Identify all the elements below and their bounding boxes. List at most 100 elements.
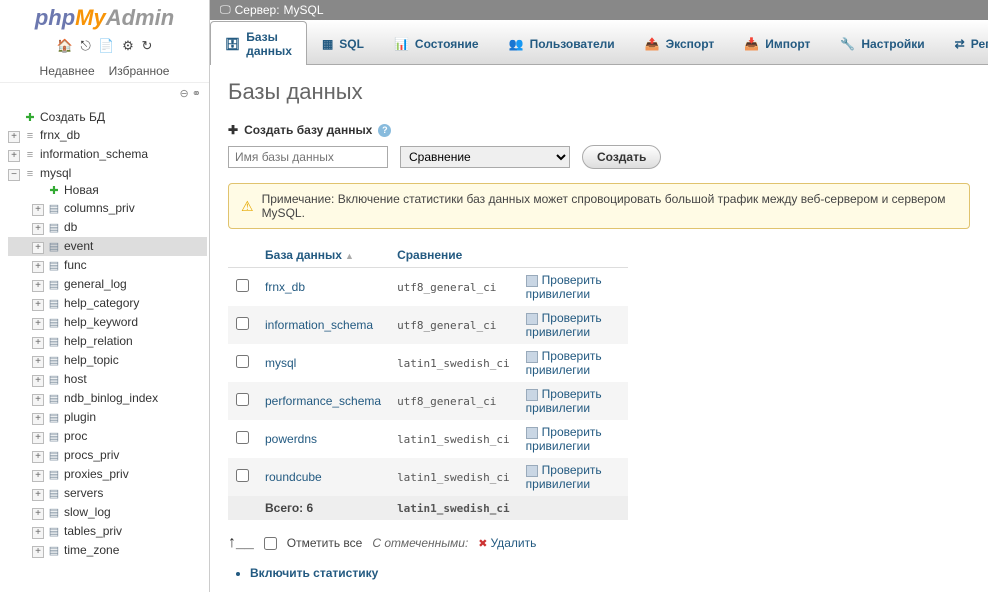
table-link[interactable]: proxies_priv <box>64 467 129 481</box>
tree-table-help_keyword[interactable]: +▤help_keyword <box>8 313 207 332</box>
tree-db-mysql[interactable]: −≡mysql ✚Новая +▤columns_priv+▤db+▤event… <box>2 164 207 562</box>
check-privileges-link[interactable]: Проверить привилегии <box>526 387 602 415</box>
table-link[interactable]: columns_priv <box>64 201 135 215</box>
create-button[interactable]: Создать <box>582 145 661 169</box>
check-privileges-link[interactable]: Проверить привилегии <box>526 311 602 339</box>
db-link[interactable]: frnx_db <box>40 128 80 142</box>
db-name-link[interactable]: powerdns <box>265 432 317 446</box>
tree-table-help_topic[interactable]: +▤help_topic <box>8 351 207 370</box>
expander-icon[interactable]: + <box>32 204 44 216</box>
tree-table-plugin[interactable]: +▤plugin <box>8 408 207 427</box>
table-link[interactable]: proc <box>64 429 87 443</box>
table-link[interactable]: ndb_binlog_index <box>64 391 158 405</box>
tab-replication[interactable]: ⇄Репл <box>940 21 988 65</box>
expander-icon[interactable]: + <box>32 299 44 311</box>
db-name-link[interactable]: frnx_db <box>265 280 305 294</box>
check-privileges-link[interactable]: Проверить привилегии <box>526 273 602 301</box>
tree-table-help_category[interactable]: +▤help_category <box>8 294 207 313</box>
expander-icon[interactable]: + <box>8 150 20 162</box>
db-name-input[interactable] <box>228 146 388 168</box>
row-checkbox[interactable] <box>236 431 249 444</box>
delete-link[interactable]: ✖Удалить <box>478 536 536 550</box>
tree-table-proc[interactable]: +▤proc <box>8 427 207 446</box>
expander-icon[interactable]: + <box>32 527 44 539</box>
recent-link[interactable]: Недавнее <box>40 64 95 78</box>
tree-new-table[interactable]: ✚Новая <box>8 181 207 199</box>
check-all-label[interactable]: Отметить все <box>287 536 363 550</box>
new-table-link[interactable]: Новая <box>64 183 99 197</box>
table-link[interactable]: general_log <box>64 277 127 291</box>
tree-table-columns_priv[interactable]: +▤columns_priv <box>8 199 207 218</box>
tab-sql[interactable]: ▦SQL <box>307 21 379 65</box>
expander-icon[interactable]: + <box>32 375 44 387</box>
tab-status[interactable]: 📊Состояние <box>379 21 494 65</box>
table-link[interactable]: slow_log <box>64 505 111 519</box>
check-privileges-link[interactable]: Проверить привилегии <box>526 349 602 377</box>
row-checkbox[interactable] <box>236 393 249 406</box>
tab-settings[interactable]: 🔧Настройки <box>825 21 939 65</box>
tab-import[interactable]: 📥Импорт <box>729 21 825 65</box>
tree-table-ndb_binlog_index[interactable]: +▤ndb_binlog_index <box>8 389 207 408</box>
table-link[interactable]: func <box>64 258 87 272</box>
table-link[interactable]: help_category <box>64 296 139 310</box>
expander-icon[interactable]: + <box>32 261 44 273</box>
table-link[interactable]: help_relation <box>64 334 133 348</box>
tree-table-time_zone[interactable]: +▤time_zone <box>8 541 207 560</box>
expander-icon[interactable]: + <box>32 242 44 254</box>
db-name-link[interactable]: roundcube <box>265 470 322 484</box>
table-link[interactable]: help_keyword <box>64 315 138 329</box>
tree-table-slow_log[interactable]: +▤slow_log <box>8 503 207 522</box>
create-db-link[interactable]: Создать БД <box>40 110 105 124</box>
expander-icon[interactable]: − <box>8 169 20 181</box>
tab-databases[interactable]: 🗄Базы данных <box>210 21 307 65</box>
expander-icon[interactable]: + <box>32 432 44 444</box>
tree-table-tables_priv[interactable]: +▤tables_priv <box>8 522 207 541</box>
expander-icon[interactable]: + <box>32 470 44 482</box>
tree-collapse-icon[interactable]: ⊖ <box>180 88 189 100</box>
tree-table-func[interactable]: +▤func <box>8 256 207 275</box>
tree-table-host[interactable]: +▤host <box>8 370 207 389</box>
expander-icon[interactable]: + <box>32 546 44 558</box>
expander-icon[interactable]: + <box>32 489 44 501</box>
db-name-link[interactable]: mysql <box>265 356 296 370</box>
tree-table-servers[interactable]: +▤servers <box>8 484 207 503</box>
table-link[interactable]: procs_priv <box>64 448 119 462</box>
tab-users[interactable]: 👥Пользователи <box>494 21 630 65</box>
row-checkbox[interactable] <box>236 279 249 292</box>
tree-table-db[interactable]: +▤db <box>8 218 207 237</box>
expander-icon[interactable]: + <box>32 356 44 368</box>
tree-table-event[interactable]: +▤event <box>8 237 207 256</box>
table-link[interactable]: time_zone <box>64 543 119 557</box>
table-link[interactable]: servers <box>64 486 103 500</box>
collation-select[interactable]: Сравнение <box>400 146 570 168</box>
check-all-checkbox[interactable] <box>264 537 277 550</box>
th-database[interactable]: База данных▲ <box>257 243 389 268</box>
db-name-link[interactable]: information_schema <box>265 318 373 332</box>
db-link[interactable]: information_schema <box>40 147 148 161</box>
expander-icon[interactable]: + <box>32 451 44 463</box>
expander-icon[interactable]: + <box>32 280 44 292</box>
check-privileges-link[interactable]: Проверить привилегии <box>526 463 602 491</box>
tree-table-general_log[interactable]: +▤general_log <box>8 275 207 294</box>
tree-table-procs_priv[interactable]: +▤procs_priv <box>8 446 207 465</box>
tree-db-info-schema[interactable]: +≡information_schema <box>2 145 207 164</box>
expander-icon[interactable]: + <box>32 508 44 520</box>
tree-table-proxies_priv[interactable]: +▤proxies_priv <box>8 465 207 484</box>
db-link[interactable]: mysql <box>40 166 71 180</box>
exit-icon[interactable]: ⎋ <box>80 38 90 53</box>
row-checkbox[interactable] <box>236 355 249 368</box>
tree-db-frnx[interactable]: +≡frnx_db <box>2 126 207 145</box>
row-checkbox[interactable] <box>236 469 249 482</box>
tree-create-db[interactable]: ✚Создать БД <box>2 108 207 126</box>
table-link[interactable]: help_topic <box>64 353 119 367</box>
refresh-icon[interactable]: ↻ <box>141 38 152 53</box>
tree-link-icon[interactable]: ⚭ <box>192 88 201 100</box>
table-link[interactable]: event <box>64 239 93 253</box>
tab-export[interactable]: 📤Экспорт <box>630 21 730 65</box>
home-icon[interactable]: 🏠 <box>57 38 73 53</box>
expander-icon[interactable]: + <box>8 131 20 143</box>
table-link[interactable]: host <box>64 372 87 386</box>
help-icon[interactable]: ? <box>378 124 391 137</box>
expander-icon[interactable]: + <box>32 413 44 425</box>
check-privileges-link[interactable]: Проверить привилегии <box>526 425 602 453</box>
